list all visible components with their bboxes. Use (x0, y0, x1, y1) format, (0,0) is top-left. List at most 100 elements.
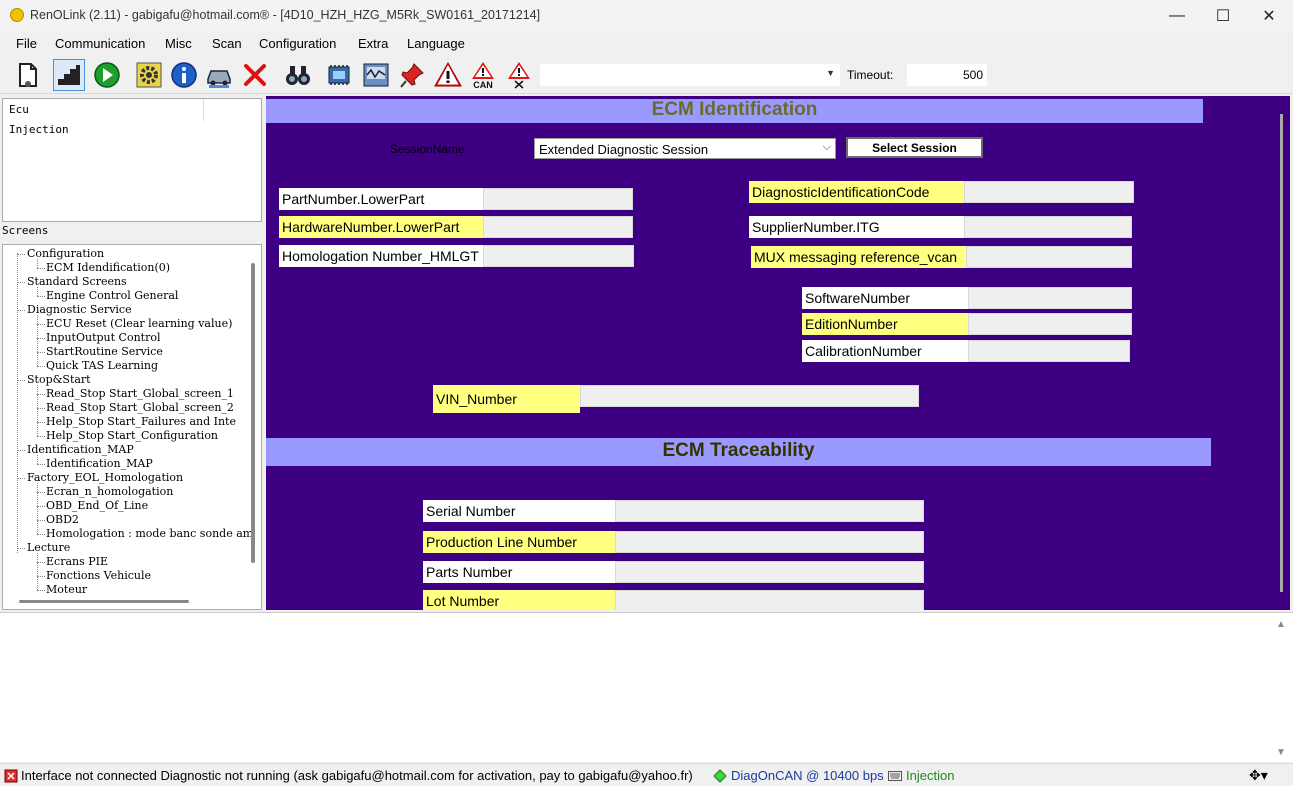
warning-icon[interactable] (432, 59, 464, 91)
gear-icon[interactable] (133, 59, 165, 91)
tree-item[interactable]: Read_Stop Start_Global_screen_2 (46, 401, 234, 415)
column-divider (203, 99, 204, 121)
tree-connector (37, 338, 45, 339)
tree-group[interactable]: Standard Screens (27, 275, 127, 289)
toolbar-combo[interactable]: ▼ (540, 64, 840, 86)
menu-language[interactable]: Language (407, 36, 465, 51)
maximize-button[interactable]: ☐ (1200, 0, 1246, 32)
tree-item[interactable]: InputOutput Control (46, 331, 161, 345)
field-value[interactable] (483, 245, 634, 267)
tree-item[interactable]: Ecrans PIE (46, 555, 108, 569)
menu-misc[interactable]: Misc (165, 36, 192, 51)
scroll-up-icon[interactable]: ▲ (1276, 619, 1286, 630)
field-value[interactable] (580, 385, 919, 407)
field-value[interactable] (483, 188, 633, 210)
tree-group[interactable]: Lecture (27, 541, 70, 555)
tree-item[interactable]: OBD_End_Of_Line (46, 499, 148, 513)
tree-item[interactable]: Engine Control General (46, 289, 178, 303)
play-icon[interactable] (91, 59, 123, 91)
field-value[interactable] (964, 216, 1132, 238)
field-value[interactable] (615, 590, 924, 610)
timeout-input[interactable] (907, 64, 987, 86)
tree-group[interactable]: Configuration (27, 247, 104, 261)
field-label: MUX messaging reference_vcan (751, 246, 966, 268)
field-label: SupplierNumber.ITG (749, 216, 964, 238)
can-warning-icon[interactable]: CAN (467, 59, 499, 91)
field-value[interactable] (964, 181, 1134, 203)
can-label: CAN (473, 80, 493, 89)
ecu-chip-icon[interactable] (323, 59, 355, 91)
tree-item[interactable]: Moteur (46, 583, 87, 597)
tree-connector (37, 534, 45, 535)
field-label: Lot Number (423, 590, 615, 610)
field-value[interactable] (968, 340, 1130, 362)
field-label: Homologation Number_HMLGT (279, 245, 483, 267)
tree-item[interactable]: Homologation : mode banc sonde am (46, 527, 253, 541)
tree-connector (17, 380, 25, 381)
open-document-icon[interactable] (12, 59, 44, 91)
tree-connector (37, 464, 45, 465)
tree-item[interactable]: Read_Stop Start_Global_screen_1 (46, 387, 234, 401)
menu-file[interactable]: File (16, 36, 37, 51)
toolbar: CAN ▼ Timeout: (0, 56, 1293, 94)
tree-connector (37, 296, 45, 297)
field-value[interactable] (968, 287, 1132, 309)
app-icon (10, 8, 24, 22)
stairs-icon[interactable] (53, 59, 85, 91)
minimize-button[interactable]: — (1154, 0, 1200, 32)
session-select[interactable]: Extended Diagnostic Session ⌵ (534, 138, 836, 159)
field-label: DiagnosticIdentificationCode (749, 181, 964, 203)
log-area[interactable]: ▲ ▼ (0, 612, 1293, 762)
oscilloscope-icon[interactable] (360, 59, 392, 91)
tree-group[interactable]: Factory_EOL_Homologation (27, 471, 183, 485)
diamond-icon (713, 769, 727, 783)
tree-connector (17, 282, 25, 283)
select-session-button[interactable]: Select Session (846, 137, 983, 158)
pin-icon[interactable] (396, 59, 428, 91)
menu-extra[interactable]: Extra (358, 36, 388, 51)
move-icon[interactable]: ✥▾ (1249, 767, 1268, 784)
tree-group[interactable]: Identification_MAP (27, 443, 134, 457)
field-value[interactable] (615, 531, 924, 553)
tree-item[interactable]: Fonctions Vehicule (46, 569, 151, 583)
tree-item[interactable]: StartRoutine Service (46, 345, 163, 359)
tree-connector (37, 287, 38, 296)
menu-bar: File Communication Misc Scan Configurati… (0, 32, 1293, 56)
tree-item[interactable]: Ecran_n_homologation (46, 485, 173, 499)
warning-clear-icon[interactable] (503, 59, 535, 91)
tree-item[interactable]: OBD2 (46, 513, 79, 527)
tree-item[interactable]: ECM Idendification(0) (46, 261, 170, 275)
close-button[interactable]: ✕ (1246, 0, 1292, 32)
list-item[interactable]: Injection (9, 123, 69, 136)
tree-item[interactable]: Quick TAS Learning (46, 359, 158, 373)
tree-horizontal-scrollbar[interactable] (19, 600, 189, 603)
tree-item[interactable]: Help_Stop Start_Configuration (46, 429, 218, 443)
stop-icon[interactable] (239, 59, 271, 91)
vehicle-icon[interactable] (203, 59, 235, 91)
field-value[interactable] (483, 216, 633, 238)
scroll-down-icon[interactable]: ▼ (1276, 747, 1286, 758)
tree-connector (37, 422, 45, 423)
tree-connector (37, 562, 45, 563)
menu-communication[interactable]: Communication (55, 36, 145, 51)
session-name-label: SessionName (390, 142, 465, 156)
menu-configuration[interactable]: Configuration (259, 36, 336, 51)
field-value[interactable] (615, 561, 924, 583)
chevron-down-icon: ▼ (826, 68, 835, 78)
tree-item[interactable]: Identification_MAP (46, 457, 153, 471)
form-vertical-scrollbar[interactable] (1280, 114, 1283, 592)
tree-group[interactable]: Diagnostic Service (27, 303, 132, 317)
binoculars-icon[interactable] (282, 59, 314, 91)
tree-connector (37, 366, 45, 367)
ecu-list: Ecu Injection (2, 98, 262, 222)
field-value[interactable] (615, 500, 924, 522)
info-icon[interactable] (168, 59, 200, 91)
menu-scan[interactable]: Scan (212, 36, 242, 51)
tree-vertical-scrollbar[interactable] (251, 263, 255, 563)
tree-connector (37, 394, 45, 395)
tree-item[interactable]: Help_Stop Start_Failures and Inte (46, 415, 236, 429)
tree-connector (37, 324, 45, 325)
field-value[interactable] (968, 313, 1132, 335)
tree-item[interactable]: ECU Reset (Clear learning value) (46, 317, 232, 331)
field-value[interactable] (966, 246, 1132, 268)
